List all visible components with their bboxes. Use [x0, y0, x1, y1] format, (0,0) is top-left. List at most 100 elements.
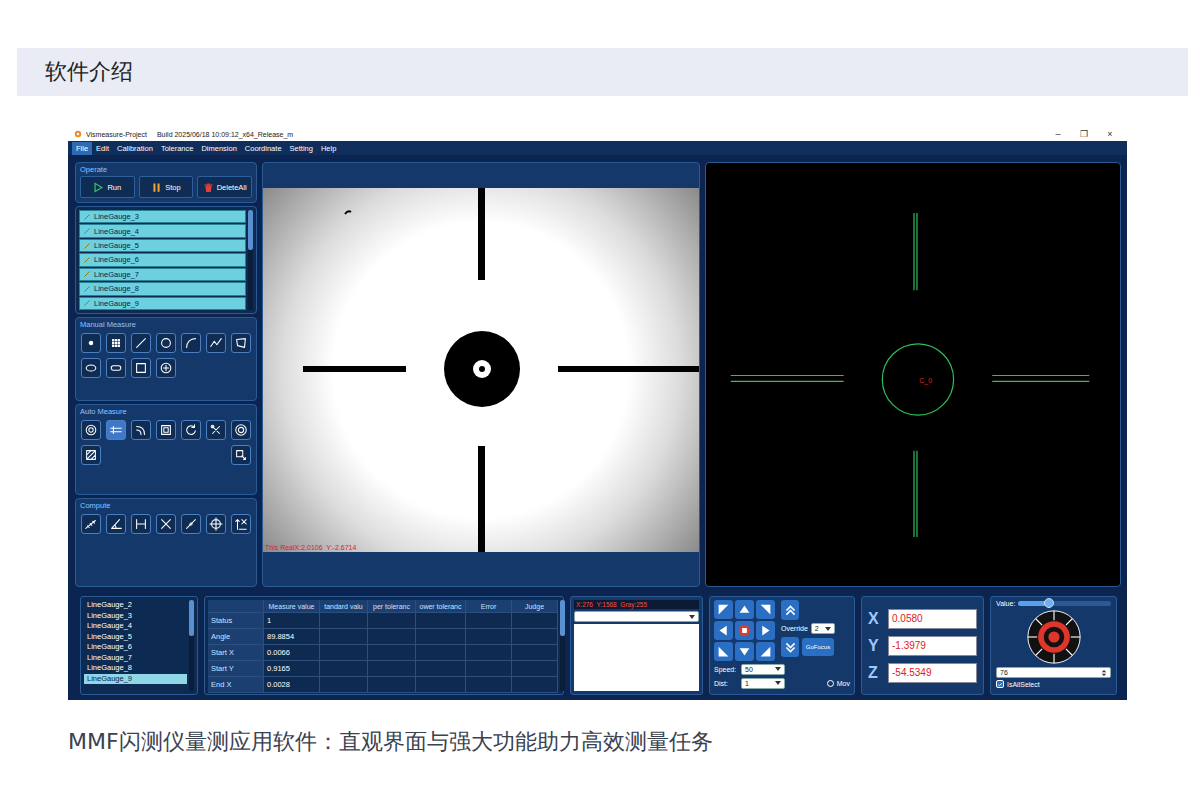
- tool-button[interactable]: [156, 420, 176, 440]
- gauge-list: LineGauge_3LineGauge_4LineGauge_5LineGau…: [79, 210, 246, 310]
- jog-button[interactable]: [735, 642, 754, 661]
- scrollbar-thumb[interactable]: [560, 600, 565, 636]
- ring-light[interactable]: [996, 609, 1111, 665]
- gauge-item[interactable]: LineGauge_5: [79, 239, 246, 252]
- operate-button[interactable]: Stop: [139, 176, 194, 198]
- tool-button[interactable]: [231, 333, 251, 353]
- tool-button[interactable]: [81, 333, 101, 353]
- slider-thumb[interactable]: [1044, 598, 1054, 608]
- operate-button[interactable]: DeleteAll: [197, 176, 252, 198]
- table-cell: [466, 661, 512, 677]
- gauge-item[interactable]: LineGauge_7: [79, 268, 246, 281]
- graphics-canvas[interactable]: C_0: [706, 163, 1120, 586]
- result-item[interactable]: LineGauge_9: [84, 674, 187, 685]
- operate-panel: OperateRunStopDeleteAll: [75, 162, 257, 203]
- light-slider[interactable]: [1018, 601, 1111, 606]
- jog-button[interactable]: [714, 642, 733, 661]
- table-cell: [466, 613, 512, 629]
- jog-button[interactable]: [756, 642, 775, 661]
- table-cell: [320, 629, 368, 645]
- gauge-item[interactable]: LineGauge_3: [79, 210, 246, 223]
- result-item[interactable]: LineGauge_6: [84, 642, 187, 653]
- result-item[interactable]: LineGauge_8: [84, 663, 187, 674]
- tool-button[interactable]: [81, 420, 101, 440]
- tool-button[interactable]: [181, 514, 201, 534]
- tool-button[interactable]: [181, 333, 201, 353]
- target-icon: [159, 361, 173, 375]
- channel-spinbox[interactable]: 76: [996, 667, 1111, 678]
- tool-button[interactable]: [206, 333, 226, 353]
- circle-icon: [159, 336, 173, 350]
- tool-button[interactable]: [106, 514, 126, 534]
- go-focus-button[interactable]: GoFocus: [802, 638, 834, 656]
- tool-button[interactable]: [106, 333, 126, 353]
- z-controls: Override2GoFocus: [781, 600, 835, 661]
- operate-button[interactable]: Run: [80, 176, 135, 198]
- z-up-button[interactable]: [781, 600, 799, 620]
- gauge-item[interactable]: LineGauge_6: [79, 253, 246, 266]
- tool-button[interactable]: [81, 514, 101, 534]
- result-item[interactable]: LineGauge_4: [84, 621, 187, 632]
- scrollbar[interactable]: [189, 600, 194, 691]
- tool-button[interactable]: [206, 420, 226, 440]
- menu-item[interactable]: Tolerance: [157, 142, 198, 155]
- jog-button[interactable]: [735, 600, 754, 619]
- all-select-checkbox[interactable]: [996, 680, 1004, 688]
- window-control[interactable]: ×: [1099, 129, 1121, 139]
- window-control[interactable]: –: [1047, 129, 1069, 139]
- result-item[interactable]: LineGauge_7: [84, 653, 187, 664]
- tool-button[interactable]: [131, 514, 151, 534]
- override-dropdown[interactable]: 2: [811, 623, 835, 634]
- menu-item[interactable]: Coordinate: [241, 142, 286, 155]
- speed-dropdown[interactable]: 50: [741, 664, 785, 675]
- pixel-output: [574, 624, 699, 691]
- scrollbar[interactable]: [560, 600, 565, 691]
- tool-button[interactable]: [206, 514, 226, 534]
- rect-icon: [134, 361, 148, 375]
- jog-button[interactable]: [714, 600, 733, 619]
- tool-button[interactable]: [131, 333, 151, 353]
- operate-buttons: RunStopDeleteAll: [76, 175, 256, 199]
- gauge-item[interactable]: LineGauge_9: [79, 297, 246, 310]
- tool-button[interactable]: [181, 420, 201, 440]
- dropdown-value: 50: [745, 666, 753, 673]
- menu-item[interactable]: Setting: [286, 142, 317, 155]
- slot-icon: [109, 361, 123, 375]
- result-item[interactable]: LineGauge_2: [84, 600, 187, 611]
- z-down-button[interactable]: [781, 637, 799, 657]
- dist-dropdown[interactable]: 1: [741, 678, 785, 689]
- tool-button[interactable]: [156, 358, 176, 378]
- tool-button[interactable]: [231, 514, 251, 534]
- scrollbar-thumb[interactable]: [248, 210, 253, 250]
- window-control[interactable]: ❐: [1073, 129, 1095, 139]
- gauge-item[interactable]: LineGauge_4: [79, 224, 246, 237]
- tool-button[interactable]: [231, 420, 251, 440]
- gauge-item[interactable]: LineGauge_8: [79, 282, 246, 295]
- jog-button[interactable]: [714, 621, 733, 640]
- tool-button[interactable]: [81, 358, 101, 378]
- menu-item[interactable]: Dimension: [197, 142, 240, 155]
- scrollbar[interactable]: [248, 210, 253, 310]
- move-radio[interactable]: [827, 680, 834, 687]
- result-item[interactable]: LineGauge_5: [84, 632, 187, 643]
- menu-item[interactable]: Help: [317, 142, 340, 155]
- tool-button[interactable]: [81, 445, 101, 465]
- tool-button[interactable]: [131, 420, 151, 440]
- table-cell: Angle: [208, 629, 264, 645]
- menu-item[interactable]: File: [72, 142, 92, 155]
- scrollbar-thumb[interactable]: [189, 600, 194, 636]
- menu-item[interactable]: Calibration: [113, 142, 157, 155]
- pixel-dropdown[interactable]: [574, 611, 699, 622]
- camera-image[interactable]: This RealX:2.0106 Y:-2.6714: [263, 188, 699, 552]
- tool-button[interactable]: [156, 333, 176, 353]
- jog-button[interactable]: [735, 621, 754, 640]
- result-item[interactable]: LineGauge_3: [84, 611, 187, 622]
- tool-button[interactable]: [231, 445, 251, 465]
- tool-button[interactable]: [106, 358, 126, 378]
- jog-button[interactable]: [756, 600, 775, 619]
- tool-button[interactable]: [131, 358, 151, 378]
- tool-button[interactable]: [106, 420, 126, 440]
- jog-button[interactable]: [756, 621, 775, 640]
- menu-item[interactable]: Edit: [92, 142, 113, 155]
- tool-button[interactable]: [156, 514, 176, 534]
